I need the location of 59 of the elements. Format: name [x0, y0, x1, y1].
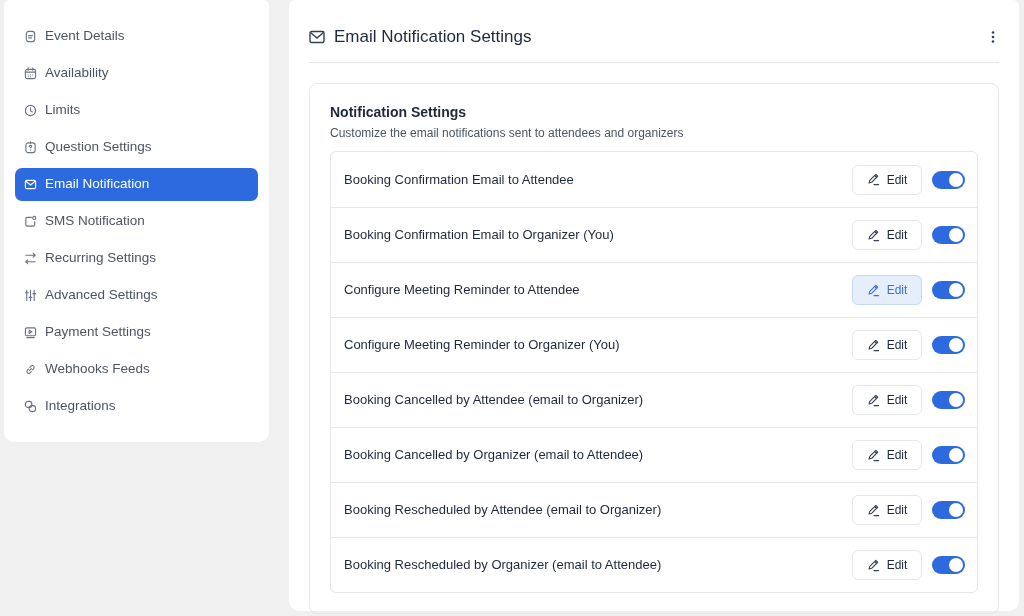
sliders-icon [24, 289, 37, 302]
sidebar-item[interactable]: Email Notification [15, 168, 258, 201]
calendar-icon [24, 67, 37, 80]
edit-button[interactable]: Edit [852, 385, 922, 415]
notification-label: Configure Meeting Reminder to Attendee [344, 281, 580, 300]
link-icon [24, 363, 37, 376]
toggle-switch[interactable] [932, 226, 965, 244]
sidebar-item[interactable]: Webhooks Feeds [15, 353, 258, 386]
notification-label: Booking Cancelled by Organizer (email to Attendee) [344, 446, 644, 465]
pencil-icon [866, 503, 880, 517]
edit-button[interactable]: Edit [852, 440, 922, 470]
more-options-icon[interactable] [991, 31, 995, 43]
toggle-switch[interactable] [932, 336, 965, 354]
pencil-icon [866, 173, 880, 186]
clock-icon [24, 104, 37, 117]
question-icon [24, 141, 37, 154]
sidebar-item[interactable]: Recurring Settings [15, 242, 258, 275]
toggle-switch[interactable] [932, 170, 965, 189]
edit-button[interactable]: Edit [852, 495, 922, 525]
pencil-icon [866, 338, 880, 352]
notification-label: Configure Meeting Reminder to Organizer (You) [344, 336, 620, 355]
sidebar-item[interactable]: Question Settings [15, 131, 258, 164]
envelope-icon [309, 30, 325, 44]
edit-button[interactable]: Edit [852, 164, 922, 195]
notification-label: Booking Rescheduled by Attendee (email to Organizer) [344, 501, 662, 520]
sidebar-item[interactable]: SMS Notification [15, 205, 258, 238]
sidebar-item[interactable]: Limits [15, 94, 258, 127]
pencil-icon [866, 393, 880, 407]
pencil-icon [866, 228, 880, 242]
section-subtitle: Customize the email notifications sent to attendees and organizers [330, 125, 684, 141]
notification-label: Booking Cancelled by Attendee (email to Organizer) [344, 391, 644, 410]
overlapping-shapes-icon [24, 400, 37, 413]
sidebar-item[interactable]: Event Details [15, 20, 258, 53]
sidebar-item[interactable]: Payment Settings [15, 316, 258, 349]
edit-button[interactable]: Edit [852, 275, 922, 305]
toggle-switch[interactable] [932, 501, 965, 519]
sidebar-item[interactable]: Availability [15, 57, 258, 90]
pencil-icon [866, 448, 880, 462]
edit-button[interactable]: Edit [852, 330, 922, 360]
edit-button[interactable]: Edit [852, 220, 922, 250]
notification-label: Booking Rescheduled by Organizer (email to Attendee) [344, 556, 662, 575]
notification-label: Booking Confirmation Email to Attendee [344, 170, 574, 189]
payment-screen-icon [24, 326, 37, 339]
sidebar-item[interactable]: Advanced Settings [15, 279, 258, 312]
toggle-switch[interactable] [932, 556, 965, 574]
toggle-switch[interactable] [932, 281, 965, 299]
edit-button[interactable]: Edit [852, 550, 922, 580]
sidebar-item[interactable]: Integrations [15, 390, 258, 423]
toggle-switch[interactable] [932, 391, 965, 409]
message-square-icon [24, 215, 37, 228]
repeat-icon [24, 252, 37, 265]
panel-title: Email Notification Settings [334, 26, 532, 48]
notification-label: Booking Confirmation Email to Organizer (You) [344, 226, 614, 245]
pencil-icon [866, 558, 880, 572]
envelope-icon [24, 178, 37, 191]
document-icon [24, 30, 37, 43]
toggle-switch[interactable] [932, 446, 965, 464]
section-title: Notification Settings [330, 103, 467, 121]
pencil-icon [866, 283, 880, 297]
